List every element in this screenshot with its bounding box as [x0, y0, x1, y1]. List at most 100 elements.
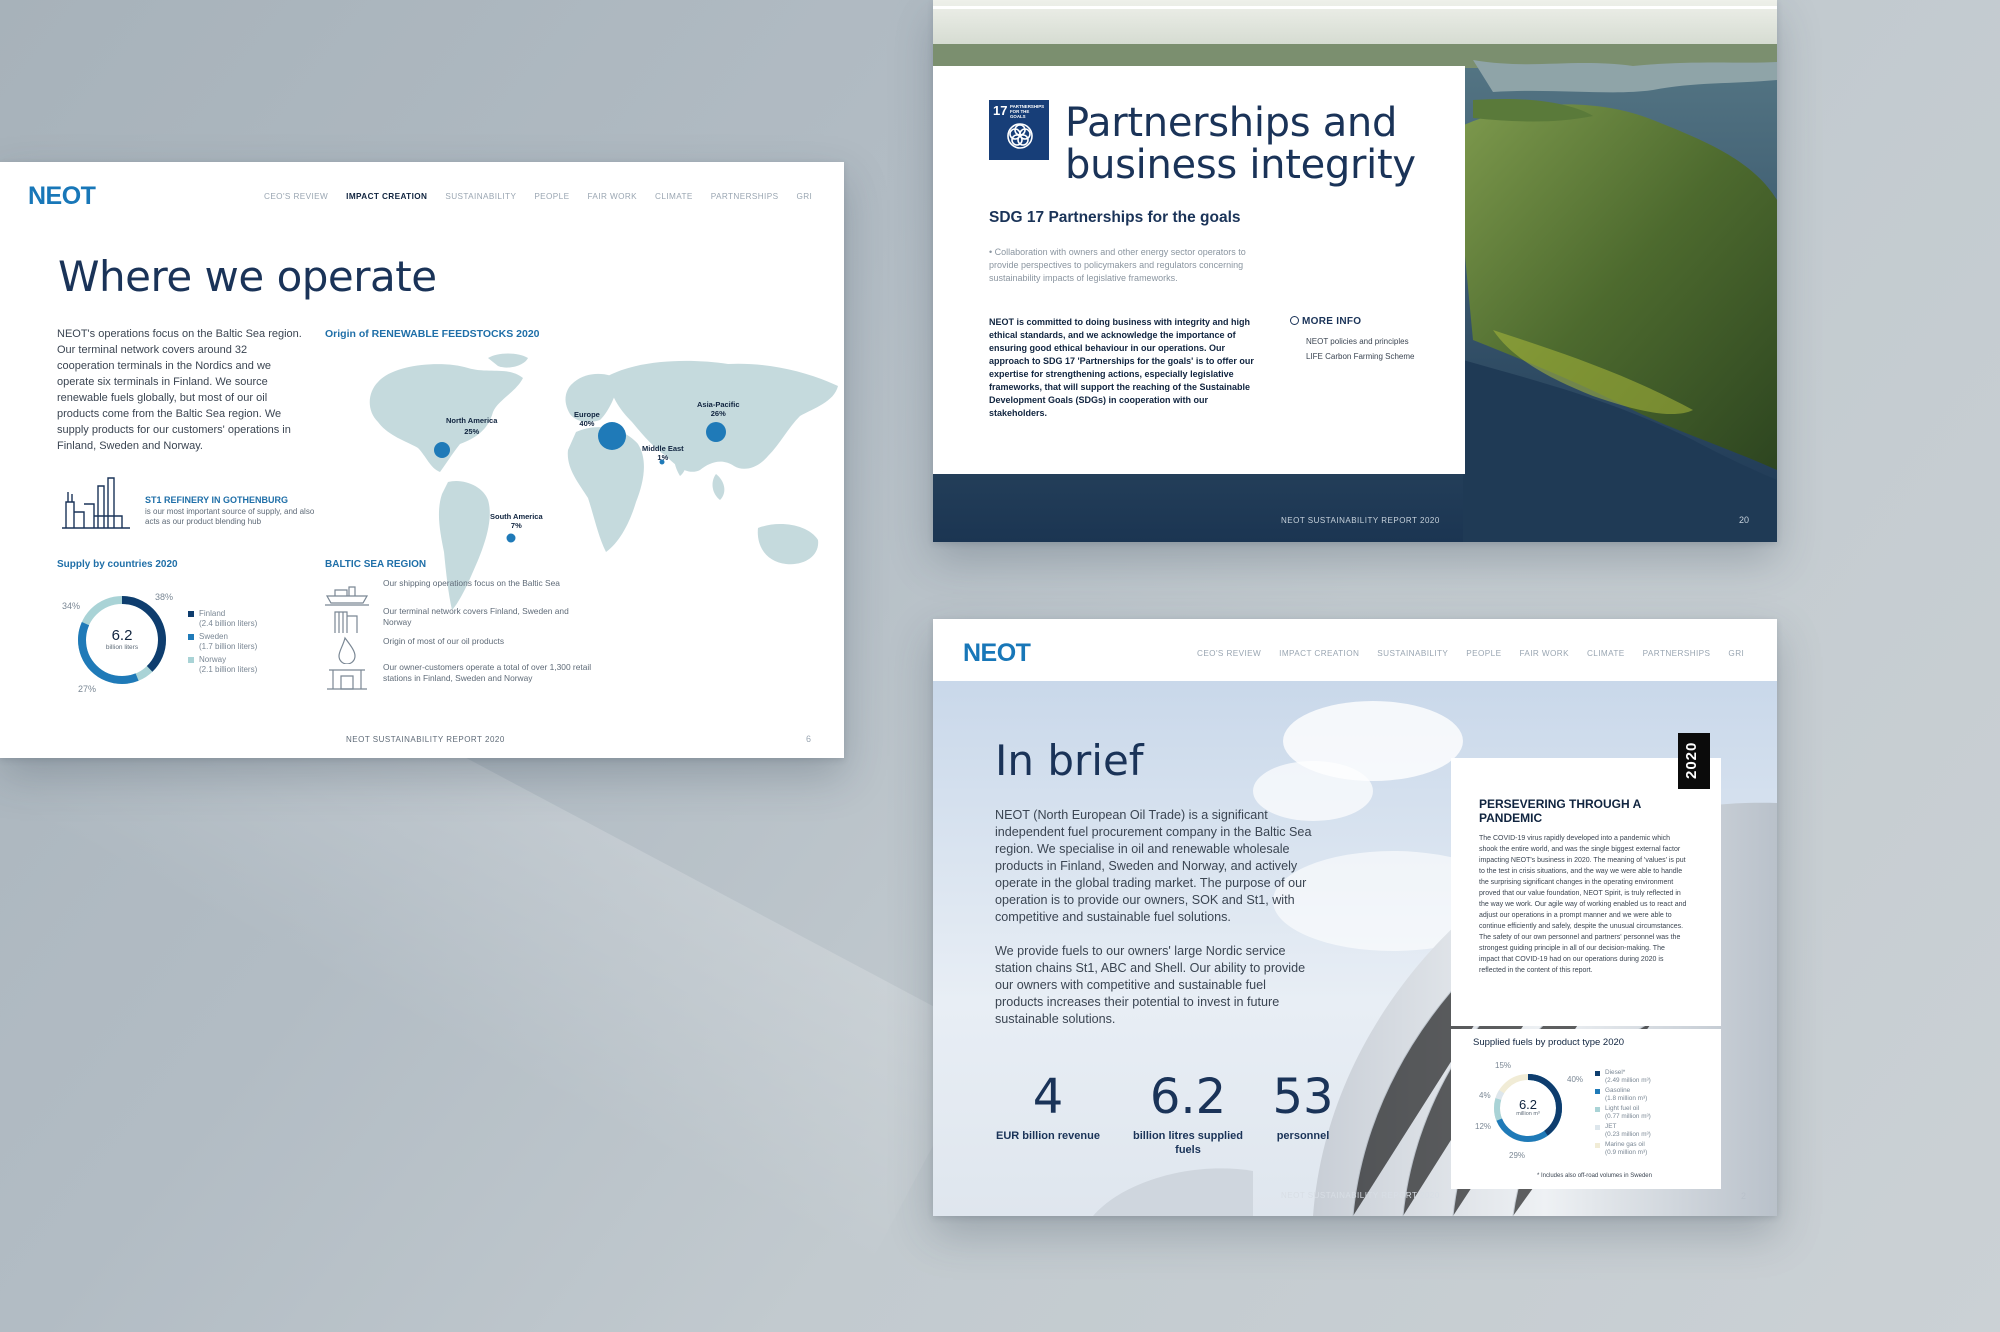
page3-nav: CEO'S REVIEW IMPACT CREATION SUSTAINABIL… — [1197, 649, 1744, 658]
refinery-title: ST1 REFINERY IN GOTHENBURG — [145, 495, 289, 505]
nav-people[interactable]: PEOPLE — [534, 192, 569, 201]
nav-climate[interactable]: CLIMATE — [655, 192, 693, 201]
supply-donut-center: 6.2 billion liters — [105, 627, 139, 652]
baltic-item-oil-products: Origin of most of our oil products — [325, 636, 593, 664]
legend-swatch — [188, 634, 194, 640]
baltic-item-terminals: Our terminal network covers Finland, Swe… — [325, 606, 593, 634]
partnerships-card: 17 PARTNERSHIPS FOR THE GOALS Partnershi… — [933, 66, 1465, 474]
nav-ceos-review[interactable]: CEO'S REVIEW — [264, 192, 328, 201]
legend-swatch — [188, 611, 194, 617]
world-map — [369, 353, 838, 610]
pandemic-text: The COVID-19 virus rapidly developed int… — [1479, 835, 1687, 974]
nav-gri[interactable]: GRI — [796, 192, 812, 201]
fuel-legend-jet: JET (0.23 million m³) — [1595, 1123, 1651, 1139]
year-tag: 2020 — [1678, 733, 1710, 789]
nav-sustainability[interactable]: SUSTAINABILITY — [445, 192, 516, 201]
oil-drop-icon — [338, 636, 356, 664]
page-partnerships: 17 PARTNERSHIPS FOR THE GOALS Partnershi… — [933, 0, 1777, 542]
page1-footer: NEOT SUSTAINABILITY REPORT 2020 — [346, 735, 505, 744]
body-text: NEOT is committed to doing business with… — [989, 317, 1254, 418]
page3-header: NEOT CEO'S REVIEW IMPACT CREATION SUSTAI… — [933, 619, 1777, 681]
intro-text: NEOT's operations focus on the Baltic Se… — [57, 328, 302, 452]
map-label-north-america: North America 25% — [446, 416, 498, 436]
terminal-icon — [334, 611, 358, 633]
neot-logo: NEOT — [28, 182, 96, 210]
refinery-description: is our most important source of supply, … — [145, 507, 315, 526]
donut-label-sweden: 34% — [62, 601, 81, 611]
sdg-flower-icon — [1007, 123, 1033, 149]
nav-gri[interactable]: GRI — [1728, 649, 1744, 658]
intro-paragraph-1: NEOT (North European Oil Trade) is a sig… — [995, 808, 1312, 924]
page3-number: 2 — [1741, 1191, 1747, 1201]
legend-swatch — [1595, 1143, 1600, 1148]
neot-logo: NEOT — [963, 639, 1031, 667]
page-where-we-operate: NEOT CEO'S REVIEW IMPACT CREATION SUSTAI… — [0, 162, 844, 758]
nav-fair-work[interactable]: FAIR WORK — [1519, 649, 1569, 658]
donut-label-finland: 38% — [155, 592, 174, 602]
map-title: Origin of RENEWABLE FEEDSTOCKS 2020 — [325, 328, 540, 340]
fuel-station-icon — [327, 669, 367, 690]
fuel-pct-3: 4% — [1479, 1091, 1491, 1100]
fuel-footnote: * Includes also off-road volumes in Swed… — [1537, 1173, 1652, 1179]
baltic-item-stations: Our owner-customers operate a total of o… — [325, 662, 593, 690]
page-title: Partnerships and business integrity — [1065, 100, 1416, 188]
intro-paragraph-2: We provide fuels to our owners' large No… — [995, 944, 1306, 1026]
link-neot-policies[interactable]: NEOT policies and principles — [1306, 334, 1415, 349]
refinery-icon — [62, 477, 130, 529]
stat-personnel: 53 personnel — [1272, 1069, 1334, 1142]
sdg17-icon: 17 PARTNERSHIPS FOR THE GOALS — [989, 100, 1049, 160]
map-label-middle-east: Middle East 1% — [642, 444, 684, 462]
nav-partnerships[interactable]: PARTNERSHIPS — [1643, 649, 1711, 658]
legend-swatch — [1595, 1089, 1600, 1094]
fuel-chart-box: Supplied fuels by product type 2020 6.2 … — [1451, 1029, 1721, 1189]
nav-sustainability[interactable]: SUSTAINABILITY — [1377, 649, 1448, 658]
legend-swatch — [1595, 1107, 1600, 1112]
nav-impact-creation[interactable]: IMPACT CREATION — [1279, 649, 1359, 658]
nav-fair-work[interactable]: FAIR WORK — [587, 192, 637, 201]
fuel-pct-1: 15% — [1495, 1061, 1512, 1070]
nav-partnerships[interactable]: PARTNERSHIPS — [711, 192, 779, 201]
fuel-pct-4: 12% — [1475, 1122, 1492, 1131]
legend-swatch — [188, 657, 194, 663]
pandemic-box: PERSEVERING THROUGH A PANDEMIC The COVID… — [1451, 758, 1721, 1026]
nav-people[interactable]: PEOPLE — [1466, 649, 1501, 658]
map-label-asia-pacific: Asia-Pacific 26% — [697, 400, 740, 418]
baltic-title: BALTIC SEA REGION — [325, 559, 427, 570]
page1-number: 6 — [806, 734, 812, 744]
donut-label-norway: 27% — [78, 684, 97, 694]
page1-nav: CEO'S REVIEW IMPACT CREATION SUSTAINABIL… — [264, 192, 812, 201]
more-info-links: NEOT policies and principles LIFE Carbon… — [1306, 334, 1415, 364]
fuel-legend-light-fuel-oil: Light fuel oil (0.77 million m³) — [1595, 1105, 1651, 1121]
page-title: In brief — [995, 736, 1144, 785]
nav-ceos-review[interactable]: CEO'S REVIEW — [1197, 649, 1261, 658]
ship-icon — [325, 586, 369, 606]
legend-norway: Norway (2.1 billion liters) — [188, 655, 257, 675]
supply-title: Supply by countries 2020 — [57, 559, 178, 570]
fuel-pct-5: 29% — [1509, 1151, 1526, 1160]
page-title: Where we operate — [58, 252, 437, 301]
page3-footer: NEOT SUSTAINABILITY REPORT 2020 — [1281, 1191, 1440, 1200]
bullet-text: • Collaboration with owners and other en… — [989, 247, 1246, 283]
search-icon — [1290, 316, 1299, 325]
fuel-legend-diesel: Diesel* (2.49 million m³) — [1595, 1069, 1651, 1085]
sdg-subtitle: SDG 17 Partnerships for the goals — [989, 209, 1241, 226]
link-life-carbon[interactable]: LIFE Carbon Farming Scheme — [1306, 349, 1415, 364]
page-in-brief: NEOT CEO'S REVIEW IMPACT CREATION SUSTAI… — [933, 619, 1777, 1216]
fuel-legend-gasoline: Gasoline (1.8 million m³) — [1595, 1087, 1647, 1103]
fuel-donut-center: 6.2 million m³ — [1516, 1097, 1540, 1117]
fuel-legend-marine-gas-oil: Marine gas oil (0.9 million m³) — [1595, 1141, 1647, 1157]
more-info-heading: MORE INFO — [1290, 316, 1361, 327]
baltic-item-shipping: Our shipping operations focus on the Bal… — [325, 578, 593, 606]
map-label-south-america: South America 7% — [490, 512, 543, 530]
legend-swatch — [1595, 1071, 1600, 1076]
stat-revenue: 4 EUR billion revenue — [996, 1069, 1100, 1142]
fuel-pct-2: 40% — [1567, 1075, 1584, 1084]
stat-supplied-fuels: 6.2 billion litres supplied fuels — [1133, 1069, 1244, 1156]
fuel-chart-title: Supplied fuels by product type 2020 — [1473, 1037, 1625, 1048]
nav-impact-creation[interactable]: IMPACT CREATION — [346, 192, 427, 201]
nav-climate[interactable]: CLIMATE — [1587, 649, 1625, 658]
map-label-europe: Europe 40% — [574, 410, 600, 428]
page2-footer: NEOT SUSTAINABILITY REPORT 2020 — [1281, 516, 1440, 525]
legend-swatch — [1595, 1125, 1600, 1130]
pandemic-title: PERSEVERING THROUGH A PANDEMIC — [1479, 797, 1641, 825]
